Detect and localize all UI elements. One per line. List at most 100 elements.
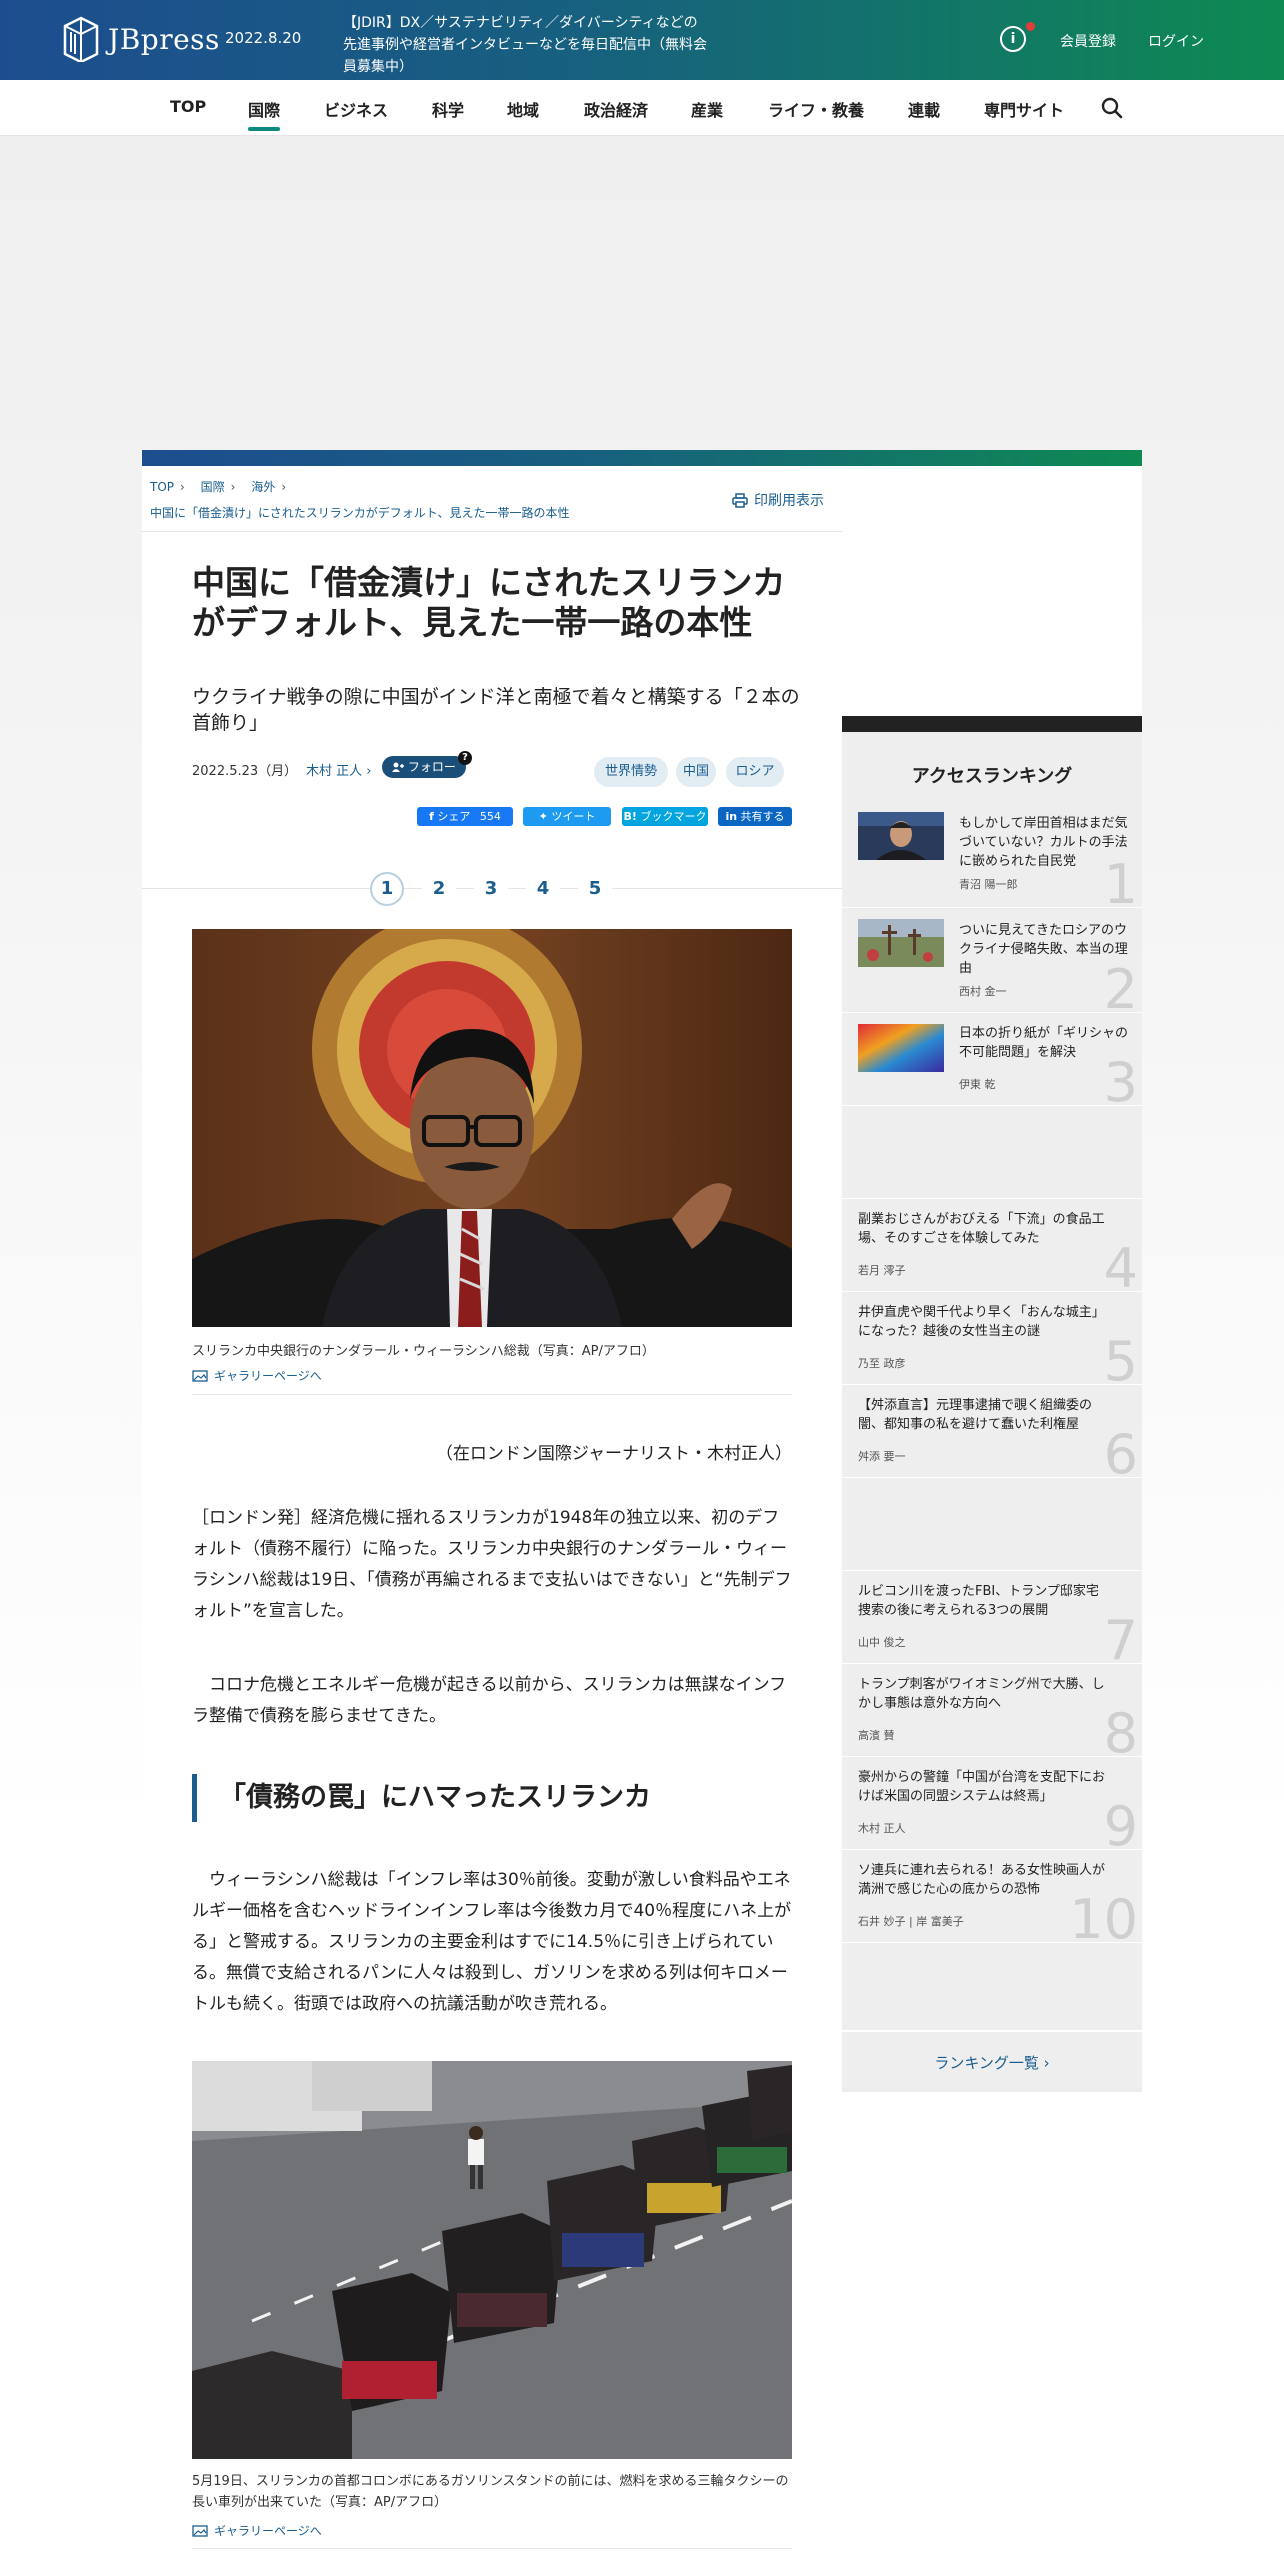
nav-item-science[interactable]: 科学 — [432, 97, 464, 121]
facebook-share-count: 554 — [479, 810, 501, 823]
facebook-icon: f — [429, 810, 434, 823]
article-paragraph-1: ［ロンドン発］経済危機に揺れるスリランカが1948年の独立以来、初のデフォルト（… — [192, 1508, 792, 1621]
article-photo-tuktuk-queue[interactable] — [192, 2061, 792, 2459]
search-icon[interactable] — [1101, 97, 1123, 119]
breadcrumb: TOP › 国際 › 海外 › — [150, 480, 287, 494]
ranking-number-8: 8 — [1103, 1702, 1138, 1757]
article-subtitle: ウクライナ戦争の隙に中国がインド洋と南極で着々と構築する「２本の首飾り」 — [192, 686, 800, 734]
gallery-link-2[interactable]: ギャラリーページへ — [192, 2522, 322, 2539]
hatena-label: ブックマーク — [640, 810, 707, 823]
breadcrumb-international[interactable]: 国際 — [201, 480, 225, 494]
nav-item-top[interactable]: TOP — [170, 97, 206, 116]
tag-russia[interactable]: ロシア — [726, 757, 784, 787]
header-news-link[interactable]: 【JDIR】DX／サステナビリティ／ダイバーシティなどの先進事例や経営者インタビ… — [343, 12, 708, 78]
nav-item-politics-economy[interactable]: 政治経済 — [584, 97, 648, 121]
main-nav: TOP 国際 ビジネス 科学 地域 政治経済 産業 ライフ・教養 連載 専門サイ… — [0, 80, 1284, 136]
twitter-share-button[interactable]: ✦ ツイート — [523, 807, 611, 826]
ranking-title-6: 【舛添直言】元理事逮捕で覗く組織委の闇、都知事の私を避けて蠢いた利権屋 — [858, 1398, 1093, 1432]
nav-item-special-sites[interactable]: 専門サイト — [984, 97, 1064, 121]
ranking-author-6: 舛添 要一 — [858, 1450, 906, 1463]
ranking-item-4[interactable]: 副業おじさんがおびえる「下流」の食品工場、そのすごさを体験してみた 若月 澪子 … — [842, 1200, 1142, 1292]
ranking-author-1: 青沼 陽一郎 — [959, 878, 1018, 891]
ranking-number-9: 9 — [1103, 1795, 1138, 1850]
logo[interactable]: JBpress — [62, 16, 220, 62]
hatena-bookmark-button[interactable]: B! ブックマーク — [622, 807, 708, 826]
nav-item-life[interactable]: ライフ・教養 — [768, 97, 864, 121]
ranking-title-9: 豪州からの警鐘「中国が台湾を支配下におけば米国の同盟システムは終焉」 — [858, 1770, 1106, 1804]
ranking-author-3: 伊東 乾 — [959, 1078, 996, 1091]
ranking-item-6[interactable]: 【舛添直言】元理事逮捕で覗く組織委の闇、都知事の私を避けて蠢いた利権屋 舛添 要… — [842, 1386, 1142, 1478]
ranking-item-2[interactable]: ついに見えてきたロシアのウクライナ侵略失敗、本当の理由 西村 金一 2 — [842, 909, 1142, 1013]
add-user-icon — [392, 762, 405, 772]
help-icon[interactable]: ? — [458, 751, 472, 765]
ranking-item-1[interactable]: もしかして岸田首相はまだ気づいていない？カルトの手法に嵌められた自民党 青沼 陽… — [842, 804, 1142, 908]
ranking-item-8[interactable]: トランプ刺客がワイオミング州で大勝、しかし事態は意外な方向へ 高濱 賛 8 — [842, 1665, 1142, 1757]
page-5[interactable]: 5 — [578, 872, 612, 906]
printer-icon — [732, 492, 748, 508]
facebook-share-button[interactable]: f シェア 554 — [417, 807, 513, 826]
page-2[interactable]: 2 — [422, 872, 456, 906]
linkedin-label: 共有する — [740, 810, 785, 823]
nav-item-industry[interactable]: 産業 — [691, 97, 723, 121]
ranking-author-10: 石井 妙子 | 岸 富美子 — [858, 1915, 964, 1928]
caption-divider — [192, 1394, 792, 1395]
logo-text: JBpress — [108, 22, 220, 56]
nav-item-series[interactable]: 連載 — [908, 97, 940, 121]
nav-item-region[interactable]: 地域 — [507, 97, 539, 121]
ranking-thumb-2 — [858, 919, 944, 967]
nav-item-international[interactable]: 国際 — [248, 97, 281, 131]
sidebar-ad-space — [842, 466, 1142, 716]
ranking-item-10[interactable]: ソ連兵に連れ去られる！ある女性映画人が満洲で感じた心の底からの恐怖 石井 妙子 … — [842, 1851, 1142, 1943]
breadcrumb-current[interactable]: 中国に「借金漬け」にされたスリランカがデフォルト、見えた一帯一路の本性 — [150, 504, 570, 521]
hatena-icon: B! — [623, 810, 637, 823]
print-label: 印刷用表示 — [754, 493, 824, 509]
gallery-label: ギャラリーページへ — [214, 1369, 322, 1383]
tag-china[interactable]: 中国 — [676, 757, 716, 787]
ranking-item-7[interactable]: ルビコン川を渡ったFBI、トランプ邸家宅捜索の後に考えられる3つの展開 山中 俊… — [842, 1572, 1142, 1664]
article-byline: （在ロンドン国際ジャーナリスト・木村正人） — [435, 1444, 792, 1464]
ranking-number-2: 2 — [1103, 958, 1138, 1013]
ranking-number-1: 1 — [1103, 853, 1138, 908]
register-link[interactable]: 会員登録 — [1060, 31, 1116, 51]
article-photo-governor[interactable] — [192, 929, 792, 1327]
page-4[interactable]: 4 — [526, 872, 560, 906]
linkedin-icon: in — [725, 810, 738, 823]
gallery-label: ギャラリーページへ — [214, 2524, 322, 2538]
ranking-item-5[interactable]: 井伊直虎や関千代より早く「おんな城主」になった？越後の女性当主の謎 乃至 政彦 … — [842, 1293, 1142, 1385]
follow-button[interactable]: フォロー — [382, 756, 466, 778]
ranking-ad-slot — [842, 1479, 1142, 1571]
nav-item-business[interactable]: ビジネス — [324, 97, 388, 121]
ranking-list-link[interactable]: ランキング一覧 › — [842, 2030, 1142, 2092]
content-top-bar — [142, 450, 1142, 466]
article-paragraph-2: コロナ危機とエネルギー危機が起きる以前から、スリランカは無謀なインフラ整備で債務… — [192, 1675, 787, 1726]
ranking-author-5: 乃至 政彦 — [858, 1357, 906, 1370]
linkedin-share-button[interactable]: in 共有する — [718, 807, 792, 826]
ranking-item-3[interactable]: 日本の折り紙が「ギリシャの不可能問題」を解決 伊東 乾 3 — [842, 1014, 1142, 1106]
breadcrumb-overseas[interactable]: 海外 — [251, 480, 275, 494]
author-name: 木村 正人 — [306, 764, 363, 779]
photo1-caption: スリランカ中央銀行のナンダラール・ウィーラシンハ総裁（写真：AP/アフロ） — [192, 1344, 655, 1359]
ranking-title-8: トランプ刺客がワイオミング州で大勝、しかし事態は意外な方向へ — [858, 1677, 1105, 1711]
photo2-caption: 5月19日、スリランカの首都コロンボにあるガソリンスタンドの前には、燃料を求める… — [192, 2474, 789, 2510]
article-paragraph-3: ウィーラシンハ総裁は「インフレ率は30％前後。変動が激しい食料品やエネルギー価格… — [192, 1870, 792, 2014]
gallery-link-1[interactable]: ギャラリーページへ — [192, 1367, 322, 1384]
page-1[interactable]: 1 — [370, 872, 404, 906]
tag-world[interactable]: 世界情勢 — [594, 757, 668, 787]
ranking-heading: アクセスランキング — [911, 766, 1073, 787]
login-link[interactable]: ログイン — [1148, 31, 1204, 51]
section-heading: 「債務の罠」にハマったスリランカ — [192, 1774, 792, 1822]
ranking-top-bar — [842, 716, 1142, 732]
image-icon — [192, 1369, 208, 1382]
ranking-number-6: 6 — [1103, 1423, 1138, 1478]
ranking-number-10: 10 — [1069, 1888, 1138, 1943]
info-icon[interactable]: i — [1000, 26, 1026, 52]
ranking-thumb-1 — [858, 812, 944, 860]
breadcrumb-top[interactable]: TOP — [150, 480, 174, 494]
page-3[interactable]: 3 — [474, 872, 508, 906]
print-button[interactable]: 印刷用表示 — [732, 490, 824, 510]
notification-dot — [1026, 22, 1035, 31]
ranking-item-9[interactable]: 豪州からの警鐘「中国が台湾を支配下におけば米国の同盟システムは終焉」 木村 正人… — [842, 1758, 1142, 1850]
caption-divider — [192, 2548, 792, 2549]
top-bar: JBpress 2022.8.20 【JDIR】DX／サステナビリティ／ダイバー… — [0, 0, 1284, 80]
author-link[interactable]: 木村 正人 › — [306, 760, 371, 779]
